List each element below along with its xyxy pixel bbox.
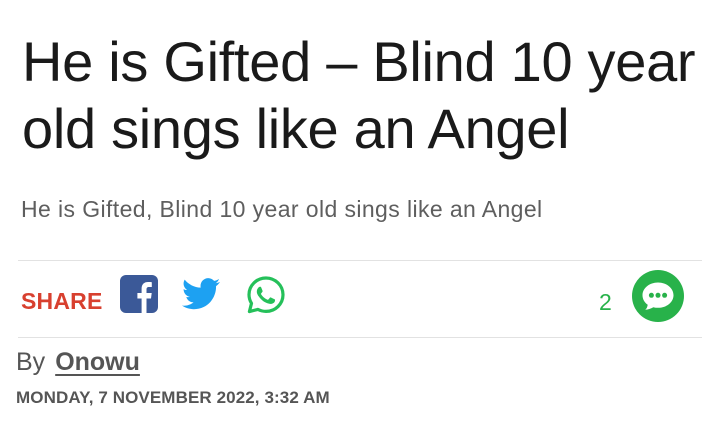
share-label: SHARE [21,288,103,314]
byline: By Onowu [16,348,140,377]
article-subtitle: He is Gifted, Blind 10 year old sings li… [21,196,543,222]
publish-date: MONDAY, 7 NOVEMBER 2022, 3:32 AM [16,388,330,407]
comment-count[interactable]: 2 [599,289,612,316]
byline-prefix: By [16,348,46,376]
share-bar-bottom-divider [18,337,702,338]
share-bar-top-divider [18,260,702,261]
article-title: He is Gifted – Blind 10 year old sings l… [22,30,696,160]
whatsapp-icon[interactable] [246,275,286,315]
twitter-icon[interactable] [182,278,220,310]
author-link[interactable]: Onowu [55,348,140,376]
facebook-icon[interactable] [120,275,158,313]
comment-bubble-icon[interactable] [631,269,685,323]
